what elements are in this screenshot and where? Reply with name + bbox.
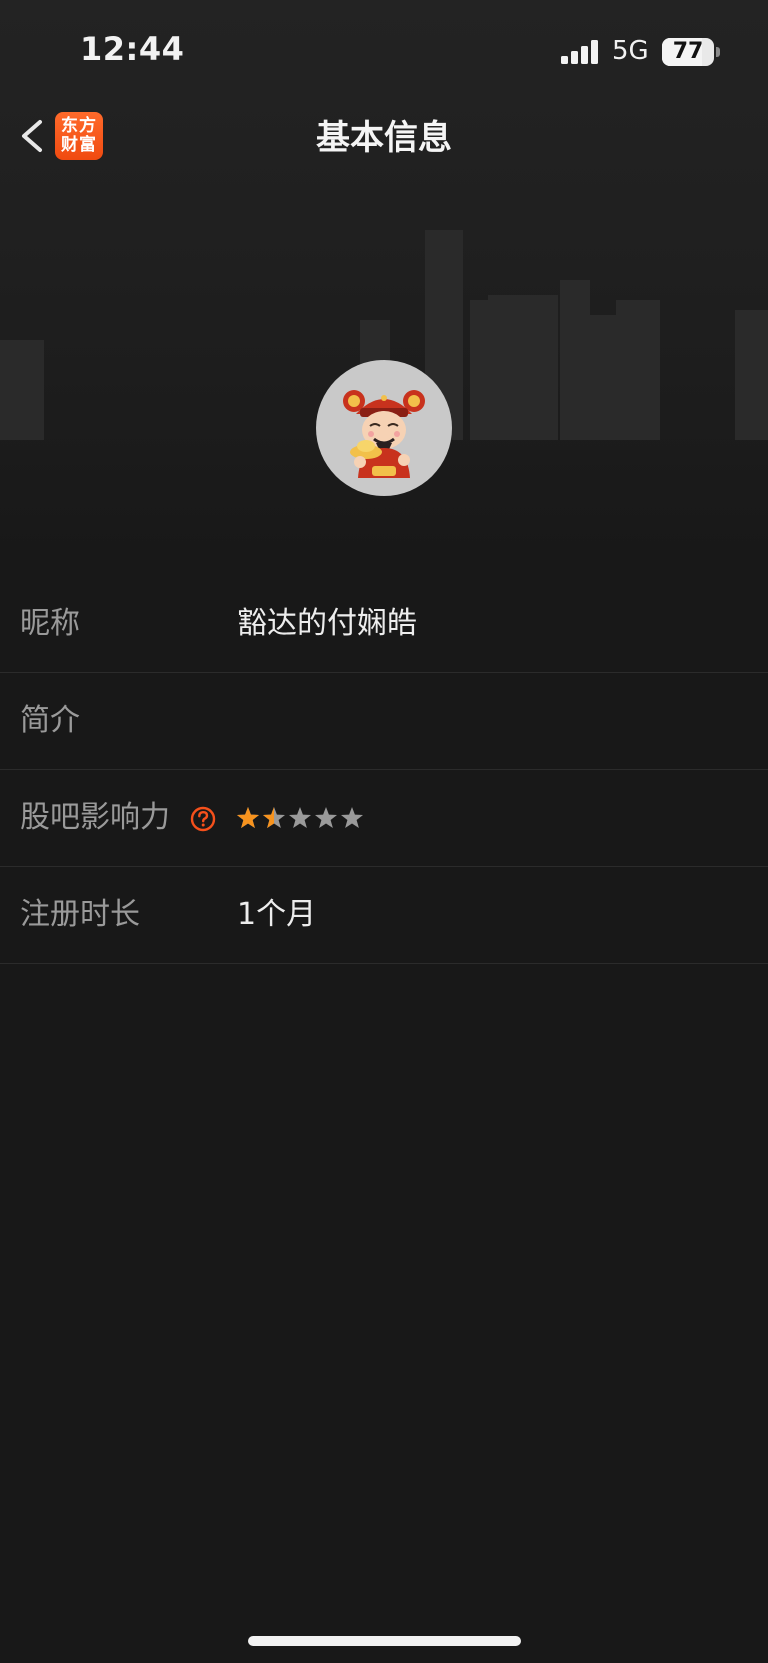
question-circle-icon[interactable] xyxy=(190,806,216,832)
star-icon xyxy=(263,807,285,828)
battery-cap xyxy=(716,47,720,57)
star-icon xyxy=(289,807,311,828)
star-icon xyxy=(315,807,337,828)
row-registration: 注册时长 1个月 xyxy=(0,867,768,964)
avatar[interactable] xyxy=(316,360,452,496)
battery-level: 77 xyxy=(672,39,704,64)
nickname-value: 豁达的付娴皓 xyxy=(237,606,417,641)
profile-info-list: 昵称 豁达的付娴皓 简介 股吧影响力 注册时长 1个月 xyxy=(0,576,768,964)
home-indicator[interactable] xyxy=(248,1636,521,1646)
row-label: 注册时长 xyxy=(20,897,140,932)
nav-bar: 东方财富 基本信息 xyxy=(0,100,768,172)
row-label: 股吧影响力 xyxy=(20,800,170,835)
registration-value: 1个月 xyxy=(237,897,317,932)
status-time: 12:44 xyxy=(80,30,185,68)
star-icon xyxy=(237,807,259,828)
screen: 12:44 5G 77 东方财富 基本信息 昵称 豁达的付娴皓 简介 股吧影响力… xyxy=(0,0,768,1663)
row-influence: 股吧影响力 xyxy=(0,770,768,867)
star-icon xyxy=(341,807,363,828)
network-type: 5G xyxy=(612,36,649,66)
signal-icon xyxy=(561,40,598,64)
battery-icon: 77 xyxy=(662,38,714,66)
row-nickname[interactable]: 昵称 豁达的付娴皓 xyxy=(0,576,768,673)
influence-rating xyxy=(236,806,364,832)
row-label: 昵称 xyxy=(20,606,80,641)
row-bio[interactable]: 简介 xyxy=(0,673,768,770)
caishen-avatar-icon xyxy=(343,390,425,478)
row-label: 简介 xyxy=(20,703,80,738)
status-bar: 12:44 5G 77 xyxy=(0,0,768,100)
page-title: 基本信息 xyxy=(316,118,452,158)
